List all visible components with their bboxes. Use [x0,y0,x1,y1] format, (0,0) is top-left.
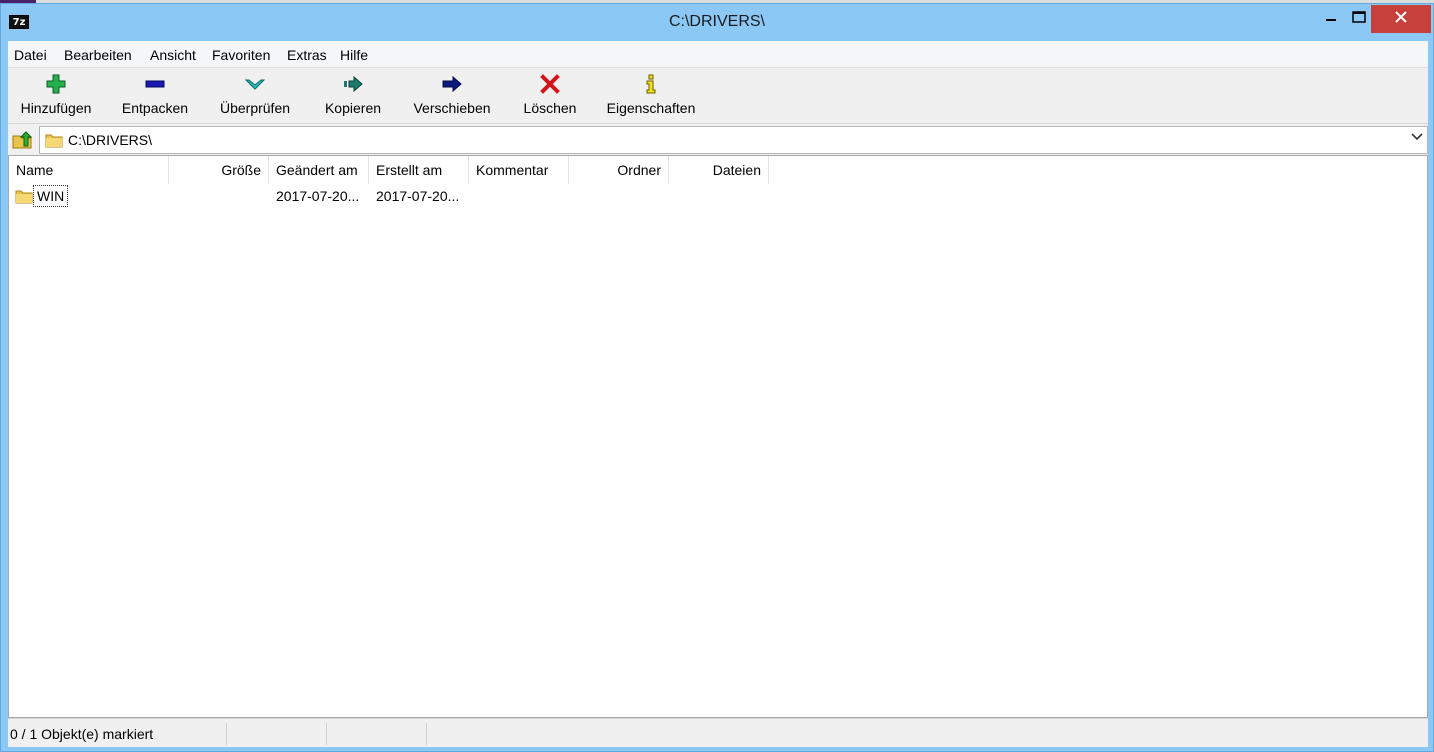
test-button[interactable]: Überprüfen [210,68,300,124]
menu-hilfe[interactable]: Hilfe [340,47,368,63]
menu-ansicht[interactable]: Ansicht [150,47,196,63]
menu-datei[interactable]: Datei [14,47,47,63]
copy-arrow-icon [344,75,363,93]
extract-label: Entpacken [121,100,189,116]
chevron-down-icon[interactable] [1411,130,1423,145]
minimize-icon [1326,19,1336,21]
status-bar: 0 / 1 Objekt(e) markiert [8,718,1428,747]
properties-button[interactable]: Eigenschaften [602,68,700,124]
title-bar[interactable]: 7z C:\DRIVERS\ [1,4,1433,40]
extract-minus-icon [145,80,165,88]
menu-favoriten[interactable]: Favoriten [212,47,270,63]
add-label: Hinzufügen [20,100,92,116]
column-created[interactable]: Erstellt am [369,156,469,184]
column-name[interactable]: Name [9,156,169,184]
address-bar: C:\DRIVERS\ [8,125,1428,155]
window-title: C:\DRIVERS\ [668,13,765,30]
extract-button[interactable]: Entpacken [112,68,198,124]
column-files[interactable]: Dateien [669,156,769,184]
add-plus-icon [46,74,66,94]
menu-extras[interactable]: Extras [287,47,327,63]
copy-button[interactable]: Kopieren [314,68,392,124]
test-label: Überprüfen [219,100,291,116]
column-folders[interactable]: Ordner [569,156,669,184]
table-row[interactable]: WIN 2017-07-20... 2017-07-20... [9,184,1427,208]
folder-icon [45,134,63,148]
delete-x-icon [540,74,560,94]
status-size [227,723,327,745]
maximize-icon [1352,11,1366,23]
row-modified: 2017-07-20... [276,188,360,204]
status-selection: 0 / 1 Objekt(e) markiert [8,723,227,745]
client-area: Datei Bearbeiten Ansicht Favoriten Extra… [8,41,1428,747]
folder-icon [15,190,33,204]
address-combobox[interactable]: C:\DRIVERS\ [39,126,1428,154]
close-button[interactable] [1371,5,1431,33]
move-button[interactable]: Verschieben [406,68,498,124]
info-icon [646,74,656,94]
toolbar: Hinzufügen Entpacken Überprüfen Kopieren… [8,68,1428,124]
add-button[interactable]: Hinzufügen [12,68,100,124]
move-arrow-icon [442,75,462,93]
column-modified[interactable]: Geändert am [269,156,369,184]
row-name[interactable]: WIN [33,185,69,207]
menu-bar: Datei Bearbeiten Ansicht Favoriten Extra… [8,41,1428,68]
row-folders [569,184,662,208]
app-window: 7z C:\DRIVERS\ Datei Bearbeiten Ansicht … [0,3,1434,752]
folder-up-icon[interactable] [10,128,34,152]
column-comment[interactable]: Kommentar [469,156,569,184]
status-packed [327,723,427,745]
delete-button[interactable]: Löschen [514,68,586,124]
close-icon [1395,11,1407,23]
move-label: Verschieben [413,100,491,116]
copy-label: Kopieren [324,100,382,116]
delete-label: Löschen [523,100,577,116]
column-size[interactable]: Größe [169,156,269,184]
menu-bearbeiten[interactable]: Bearbeiten [64,47,132,63]
properties-label: Eigenschaften [606,100,696,116]
row-files [669,184,762,208]
row-size [169,184,269,208]
file-list[interactable]: Name Größe Geändert am Erstellt am Komme… [8,155,1428,718]
row-created: 2017-07-20... [376,188,460,204]
test-check-icon [244,79,266,90]
address-path: C:\DRIVERS\ [68,132,153,148]
